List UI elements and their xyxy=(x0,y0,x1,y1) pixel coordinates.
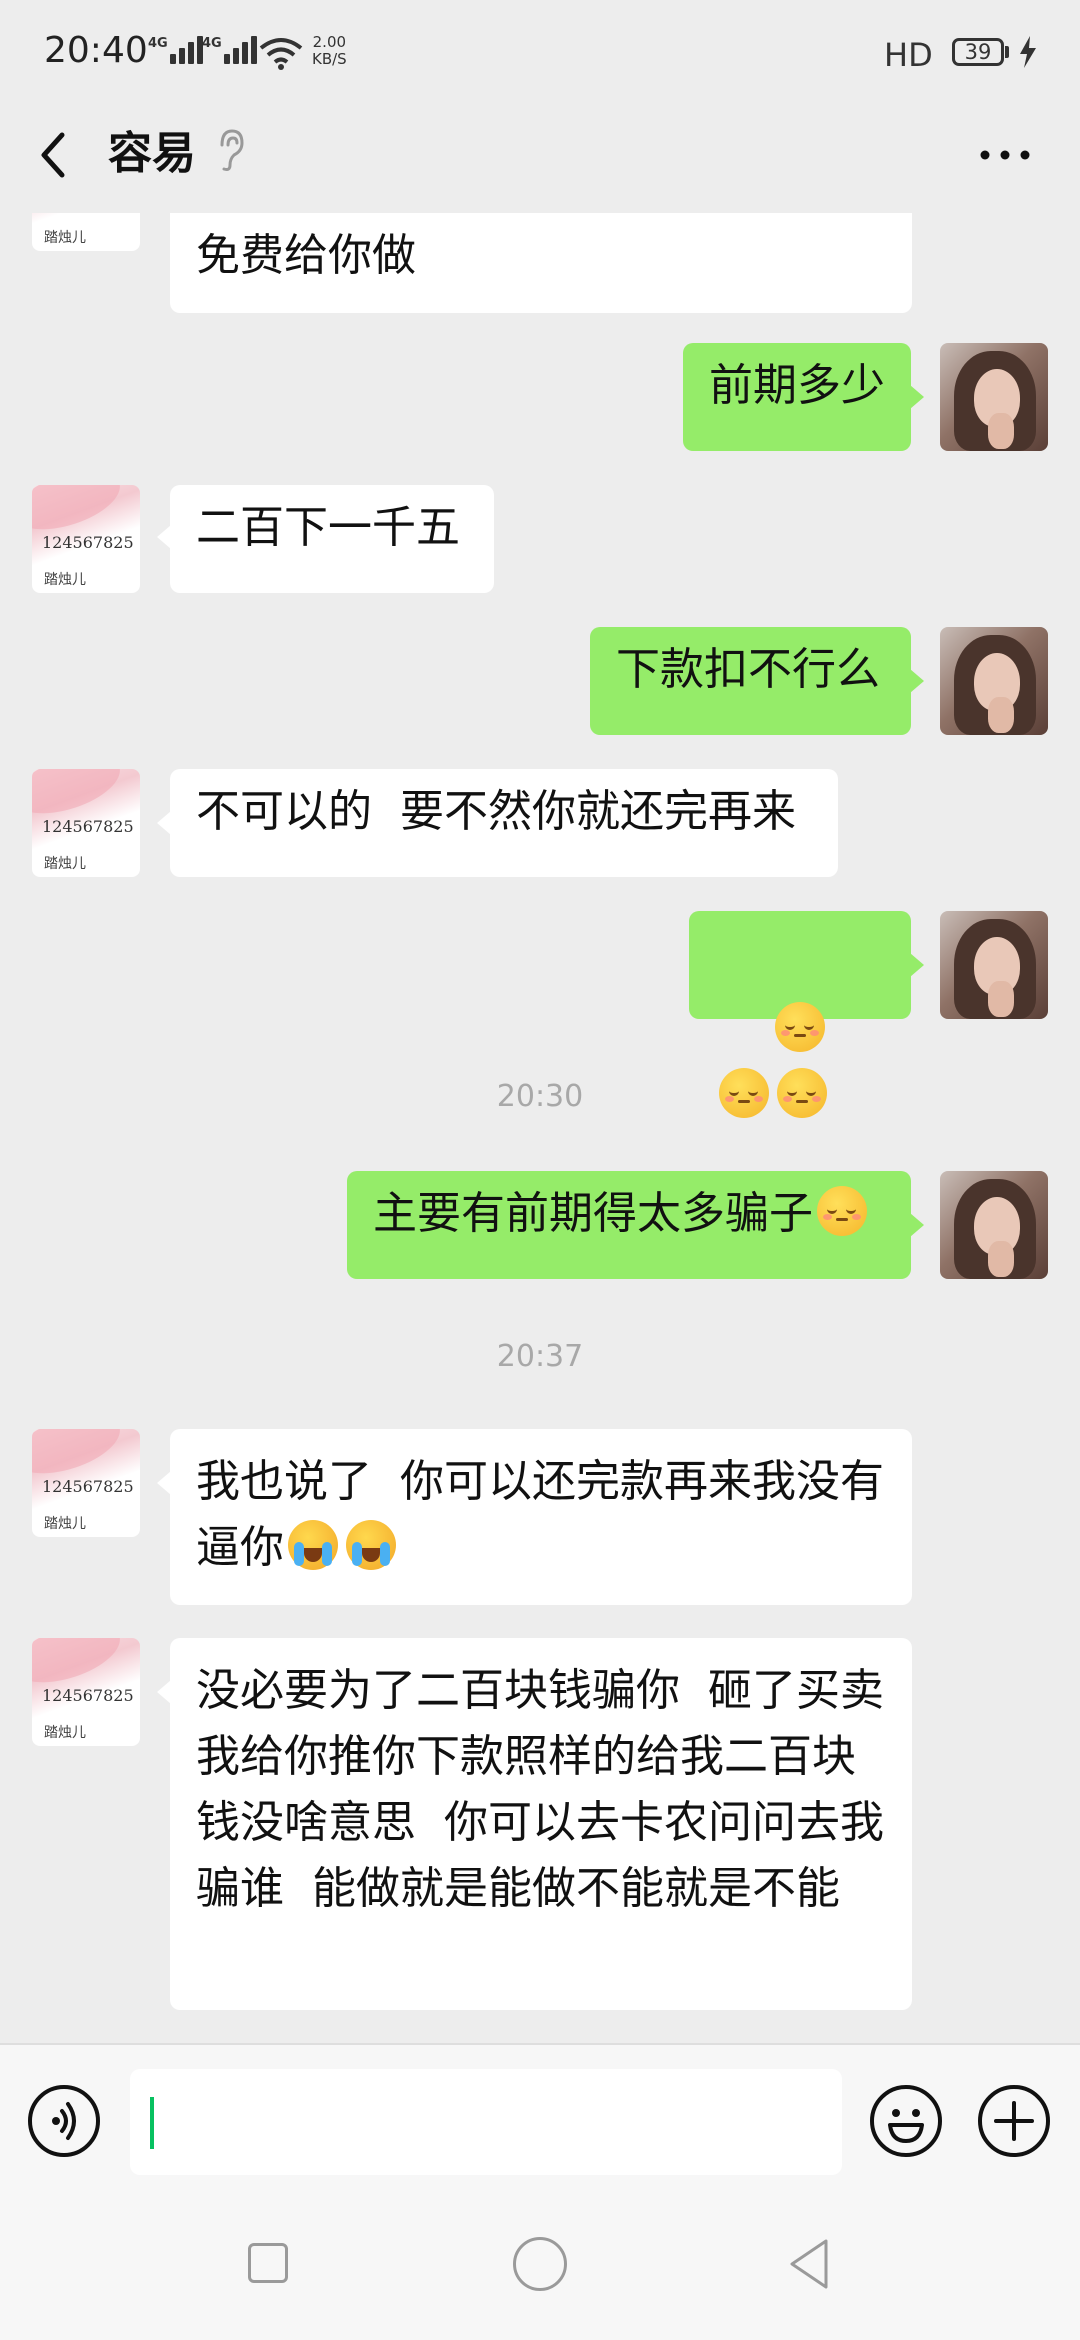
contact-avatar[interactable]: 124567825 踏烛儿 xyxy=(32,1429,140,1537)
loudly-crying-face-icon xyxy=(346,1520,396,1570)
more-functions-button[interactable] xyxy=(978,2085,1050,2157)
battery-nub xyxy=(1005,46,1009,58)
my-avatar[interactable] xyxy=(940,911,1048,1019)
charging-icon xyxy=(1020,36,1036,68)
plus-icon xyxy=(994,2101,1034,2141)
status-time: 20:40 xyxy=(44,30,148,71)
chat-header: 容易 xyxy=(0,105,1080,213)
message-bubble-out[interactable]: 主要有前期得太多骗子 xyxy=(347,1171,911,1279)
message-bubble-in[interactable]: 我也说了 你可以还完款再来我没有逼你 xyxy=(170,1429,912,1605)
earpiece-mode-icon xyxy=(220,129,244,171)
contact-avatar[interactable]: 124567825 踏烛儿 xyxy=(32,213,140,251)
status-bar: 20:40 4G 4G 2.00 KB/S HD 39 xyxy=(0,0,1080,105)
battery-icon: 39 xyxy=(952,38,1004,66)
chat-title: 容易 xyxy=(108,128,196,179)
contact-avatar[interactable]: 124567825 踏烛儿 xyxy=(32,769,140,877)
message-bubble-in[interactable]: 二百下一千五 xyxy=(170,485,494,593)
home-button[interactable] xyxy=(513,2237,567,2291)
back-icon[interactable] xyxy=(34,125,74,185)
message-bubble-in[interactable]: 不可以的 要不然你就还完再来 xyxy=(170,769,838,877)
input-bar xyxy=(0,2043,1080,2193)
loudly-crying-face-icon xyxy=(288,1520,338,1570)
recent-apps-button[interactable] xyxy=(248,2243,288,2283)
voice-icon xyxy=(52,2102,76,2140)
message-list[interactable]: 124567825 踏烛儿 免费给你做 前期多少 124567825 踏烛儿 二… xyxy=(0,213,1080,2043)
more-icon[interactable] xyxy=(975,135,1035,175)
message-bubble-out[interactable] xyxy=(689,911,911,1118)
pleading-face-icon xyxy=(774,1002,825,1052)
voice-input-button[interactable] xyxy=(28,2085,100,2157)
network-speed: 2.00 KB/S xyxy=(312,33,347,68)
timestamp: 20:37 xyxy=(496,1339,584,1374)
message-bubble-out[interactable]: 前期多少 xyxy=(683,343,911,451)
signal-icon: 4G xyxy=(148,36,206,64)
message-input[interactable] xyxy=(130,2069,842,2175)
my-avatar[interactable] xyxy=(940,1171,1048,1279)
hd-indicator: HD xyxy=(884,36,933,74)
message-bubble-in[interactable]: 免费给你做 xyxy=(170,213,912,313)
contact-avatar[interactable]: 124567825 踏烛儿 xyxy=(32,1638,140,1746)
contact-avatar[interactable]: 124567825 踏烛儿 xyxy=(32,485,140,593)
my-avatar[interactable] xyxy=(940,343,1048,451)
text-caret xyxy=(150,2097,154,2149)
system-back-button[interactable] xyxy=(786,2237,832,2291)
signal-icon: 4G xyxy=(202,36,260,64)
pleading-face-icon xyxy=(817,1186,867,1236)
system-nav-bar xyxy=(0,2193,1080,2340)
emoji-button[interactable] xyxy=(870,2085,942,2157)
wifi-icon xyxy=(259,38,303,70)
timestamp: 20:30 xyxy=(496,1079,584,1114)
message-bubble-in[interactable]: 没必要为了二百块钱骗你 砸了买卖 我给你推你下款照样的给我二百块钱没啥意思 你可… xyxy=(170,1638,912,2010)
my-avatar[interactable] xyxy=(940,627,1048,735)
message-bubble-out[interactable]: 下款扣不行么 xyxy=(590,627,911,735)
smiley-icon xyxy=(888,2109,924,2143)
